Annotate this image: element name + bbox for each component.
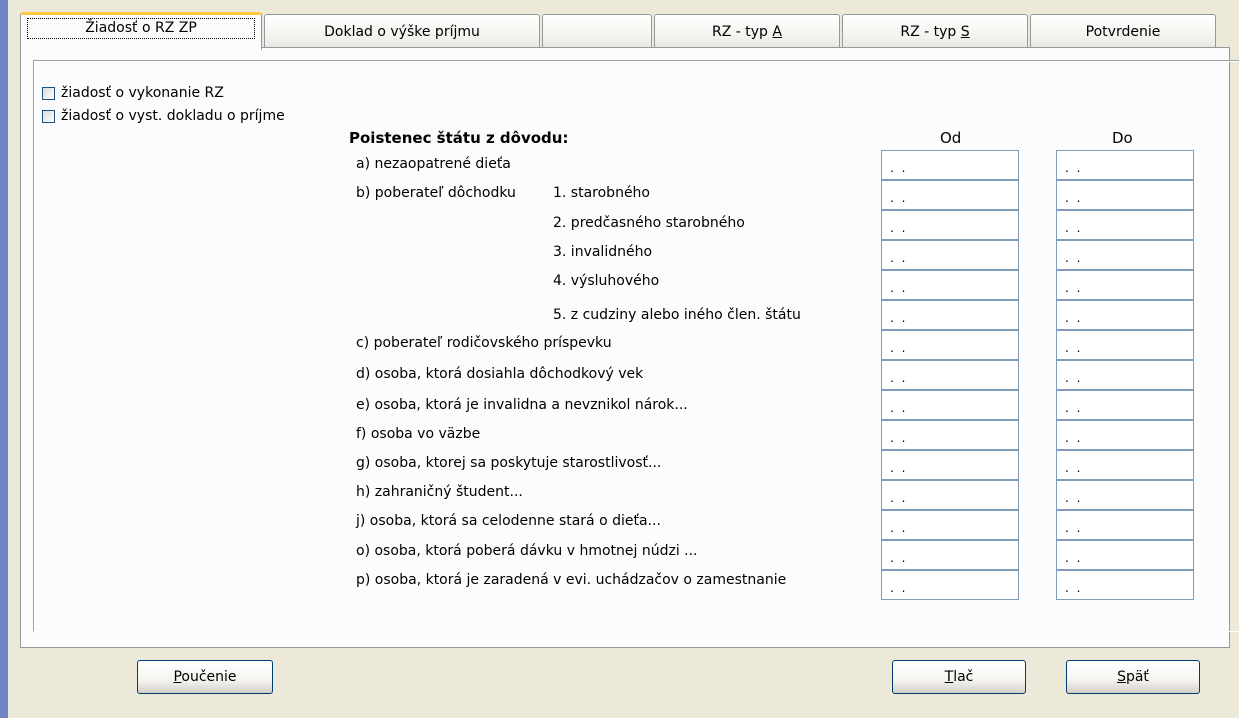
date-to-input[interactable]: . .: [1056, 510, 1194, 540]
tab-rz-typ-a[interactable]: RZ - typ A: [654, 14, 840, 47]
date-from-input[interactable]: . .: [881, 180, 1019, 210]
date-from-input[interactable]: . .: [881, 270, 1019, 300]
date-to-input[interactable]: . .: [1056, 330, 1194, 360]
column-header-do: Do: [1112, 129, 1133, 147]
date-to-input[interactable]: . .: [1056, 570, 1194, 600]
date-to-input[interactable]: . .: [1056, 150, 1194, 180]
row-label-b5: 5. z cudziny alebo iného člen. štátu: [553, 307, 801, 323]
checkbox-doklad-prijem[interactable]: žiadosť o vyst. dokladu o príjme: [42, 107, 285, 125]
date-from-input[interactable]: . .: [881, 510, 1019, 540]
date-from-input[interactable]: . .: [881, 480, 1019, 510]
checkbox-box[interactable]: [42, 109, 55, 123]
tab-label: Doklad o výške príjmu: [324, 24, 480, 40]
accelerator-key: T: [944, 669, 954, 685]
date-from-input[interactable]: . .: [881, 390, 1019, 420]
row-label-f: f) osoba vo väzbe: [356, 426, 481, 442]
tab-doklad[interactable]: Doklad o výške príjmu: [264, 14, 540, 47]
checkbox-vykonanie-rz[interactable]: žiadosť o vykonanie RZ: [42, 84, 224, 102]
date-from-input[interactable]: . .: [881, 330, 1019, 360]
date-from-input[interactable]: . .: [881, 360, 1019, 390]
date-from-input[interactable]: . .: [881, 540, 1019, 570]
tab-label: RZ - typ S: [900, 24, 970, 40]
date-to-input[interactable]: . .: [1056, 450, 1194, 480]
date-from-input[interactable]: . .: [881, 150, 1019, 180]
date-from-input[interactable]: . .: [881, 570, 1019, 600]
button-label: lač: [953, 669, 974, 685]
row-label-b4: 4. výsluhového: [553, 273, 660, 289]
date-from-input[interactable]: . .: [881, 420, 1019, 450]
tab-rz-typ-s[interactable]: RZ - typ S: [842, 14, 1028, 47]
date-from-input[interactable]: . .: [881, 240, 1019, 270]
date-to-input[interactable]: . .: [1056, 540, 1194, 570]
row-label-b2: 2. predčasného starobného: [553, 215, 745, 231]
row-label-a: a) nezaopatrené dieťa: [356, 156, 511, 172]
button-label: oučenie: [181, 669, 237, 685]
tab-label: RZ - typ A: [712, 24, 782, 40]
spat-button[interactable]: Späť: [1066, 660, 1200, 694]
row-label-h: h) zahraničný študent...: [356, 484, 523, 500]
tab-ziadost[interactable]: Žiadosť o RZ ZP: [20, 12, 262, 50]
window-left-border: [0, 0, 8, 718]
checkbox-box[interactable]: [42, 86, 55, 100]
row-label-b1: 1. starobného: [553, 185, 650, 201]
date-to-input[interactable]: . .: [1056, 480, 1194, 510]
date-to-input[interactable]: . .: [1056, 390, 1194, 420]
date-from-input[interactable]: . .: [881, 450, 1019, 480]
row-label-b3: 3. invalidného: [553, 244, 653, 260]
accelerator-key: S: [1117, 669, 1126, 685]
row-label-p: p) osoba, ktorá je zaradená v evi. uchád…: [356, 572, 787, 588]
checkbox-label: žiadosť o vykonanie RZ: [61, 85, 224, 101]
row-label-b-prefix: b) poberateľ dôchodku: [356, 185, 516, 201]
date-from-input[interactable]: . .: [881, 300, 1019, 330]
date-to-input[interactable]: . .: [1056, 210, 1194, 240]
row-label-g: g) osoba, ktorej sa poskytuje starostliv…: [356, 455, 662, 471]
tlac-button[interactable]: Tlač: [892, 660, 1026, 694]
column-header-od: Od: [940, 129, 962, 147]
poucenie-button[interactable]: Poučenie: [137, 660, 273, 694]
button-label: päť: [1125, 669, 1149, 685]
date-from-input[interactable]: . .: [881, 210, 1019, 240]
date-to-input[interactable]: . .: [1056, 300, 1194, 330]
row-label-j: j) osoba, ktorá sa celodenne stará o die…: [356, 513, 661, 529]
tab-potvrdenie[interactable]: Potvrdenie: [1030, 14, 1216, 47]
checkbox-label: žiadosť o vyst. dokladu o príjme: [61, 108, 285, 124]
section-title: Poistenec štátu z dôvodu:: [349, 129, 569, 147]
tab-label: Žiadosť o RZ ZP: [27, 18, 255, 39]
date-to-input[interactable]: . .: [1056, 270, 1194, 300]
row-label-e: e) osoba, ktorá je invalidna a nevznikol…: [356, 397, 688, 413]
row-label-c: c) poberateľ rodičovského príspevku: [356, 335, 612, 351]
tab-label: Potvrdenie: [1085, 24, 1161, 40]
row-label-d: d) osoba, ktorá dosiahla dôchodkový vek: [356, 366, 644, 382]
row-label-o: o) osoba, ktorá poberá dávku v hmotnej n…: [356, 543, 698, 559]
date-to-input[interactable]: . .: [1056, 360, 1194, 390]
date-to-input[interactable]: . .: [1056, 420, 1194, 450]
date-to-input[interactable]: . .: [1056, 180, 1194, 210]
date-to-input[interactable]: . .: [1056, 240, 1194, 270]
tab-empty[interactable]: [542, 14, 652, 47]
